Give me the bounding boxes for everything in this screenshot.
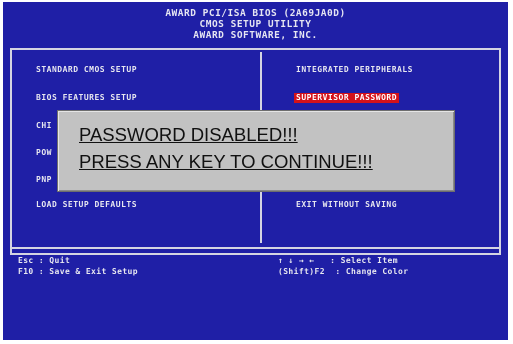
- menu-item-bios-features-setup[interactable]: BIOS FEATURES SETUP: [36, 93, 137, 103]
- menu-item-chipset-features-setup[interactable]: CHI: [36, 121, 52, 131]
- header-line-2: CMOS SETUP UTILITY: [199, 19, 312, 30]
- dialog-message-press-any-key: PRESS ANY KEY TO CONTINUE!!!: [79, 151, 373, 172]
- footer-hint-change-color: (Shift)F2 : Change Color: [278, 267, 409, 276]
- menu-item-integrated-peripherals[interactable]: INTEGRATED PERIPHERALS: [296, 65, 413, 75]
- menu-item-power-management-setup[interactable]: POW: [36, 148, 52, 158]
- menu-item-standard-cmos-setup[interactable]: STANDARD CMOS SETUP: [36, 65, 137, 75]
- header-line-3: AWARD SOFTWARE, INC.: [193, 30, 318, 41]
- menu-item-supervisor-password[interactable]: SUPERVISOR PASSWORD: [294, 93, 400, 103]
- dialog-message-password-disabled: PASSWORD DISABLED!!!: [79, 124, 298, 145]
- header-line-1: AWARD PCI/ISA BIOS (2A69JA0D): [165, 8, 346, 19]
- footer-hint-select-item: ↑ ↓ → ← : Select Item: [278, 256, 398, 265]
- menu-footer-divider: [10, 247, 501, 249]
- menu-item-load-setup-defaults[interactable]: LOAD SETUP DEFAULTS: [36, 200, 137, 210]
- footer-hint-quit: Esc : Quit: [18, 256, 71, 265]
- footer-hint-save-exit: F10 : Save & Exit Setup: [18, 267, 138, 276]
- menu-item-exit-without-saving[interactable]: EXIT WITHOUT SAVING: [296, 200, 397, 210]
- menu-item-pnp-pci-configuration[interactable]: PNP: [36, 175, 52, 185]
- password-message-dialog[interactable]: PASSWORD DISABLED!!! PRESS ANY KEY TO CO…: [57, 110, 455, 192]
